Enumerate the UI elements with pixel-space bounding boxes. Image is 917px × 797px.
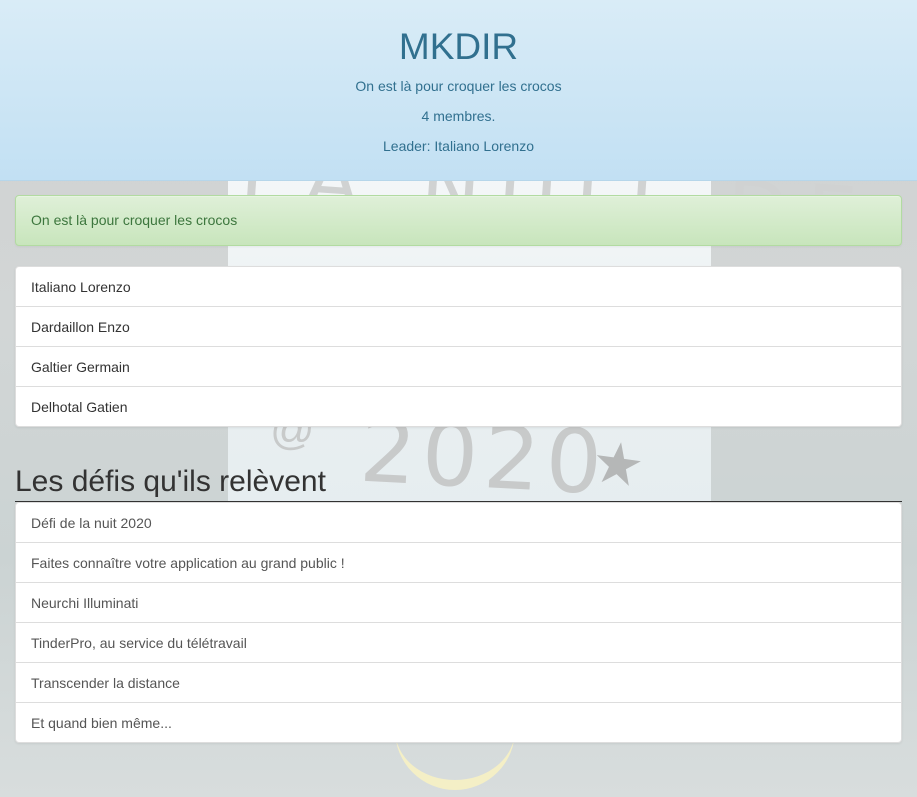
challenge-item[interactable]: Et quand bien même...	[15, 702, 902, 743]
challenges-list: Défi de la nuit 2020 Faites connaître vo…	[15, 502, 902, 743]
member-count: 4 membres.	[421, 108, 496, 124]
challenge-item[interactable]: Faites connaître votre application au gr…	[15, 542, 902, 583]
member-item: Galtier Germain	[15, 346, 902, 387]
description-alert: On est là pour croquer les crocos	[15, 195, 902, 246]
team-leader: Leader: Italiano Lorenzo	[383, 138, 534, 154]
members-list: Italiano Lorenzo Dardaillon Enzo Galtier…	[15, 266, 902, 427]
main-content: On est là pour croquer les crocos Italia…	[15, 195, 902, 743]
team-header: MKDIR On est là pour croquer les crocos …	[0, 0, 917, 181]
challenge-item[interactable]: TinderPro, au service du télétravail	[15, 622, 902, 663]
team-description: On est là pour croquer les crocos	[355, 78, 562, 94]
challenges-heading: Les défis qu'ils relèvent	[15, 465, 902, 502]
member-item: Dardaillon Enzo	[15, 306, 902, 347]
challenge-item[interactable]: Défi de la nuit 2020	[15, 502, 902, 543]
member-item: Delhotal Gatien	[15, 386, 902, 427]
team-name: MKDIR	[398, 26, 519, 67]
challenge-item[interactable]: Neurchi Illuminati	[15, 582, 902, 623]
challenge-item[interactable]: Transcender la distance	[15, 662, 902, 703]
member-item: Italiano Lorenzo	[15, 266, 902, 307]
